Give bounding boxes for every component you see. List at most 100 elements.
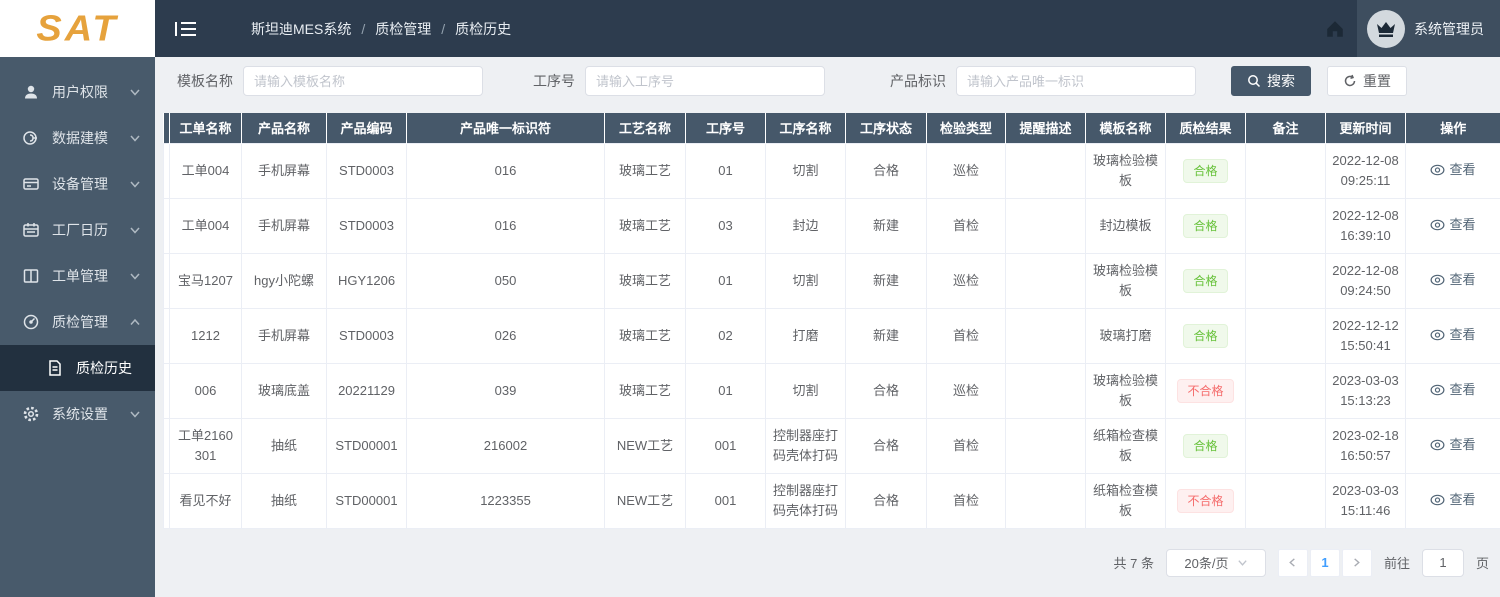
reset-button[interactable]: 重置 (1327, 66, 1407, 96)
next-page-button[interactable] (1341, 548, 1372, 577)
calendar-icon (22, 221, 40, 239)
cell-remark (1245, 142, 1326, 199)
cell-product-name: 抽纸 (241, 472, 327, 529)
sidebar-item-label: 工厂日历 (52, 222, 108, 238)
chevron-down-icon (129, 224, 141, 236)
qc-result-tag: 合格 (1183, 213, 1228, 238)
breadcrumb-item-history[interactable]: 质检历史 (455, 19, 511, 39)
sidebar-item-workorder-management[interactable]: 工单管理 (0, 253, 155, 299)
cell-step-status: 合格 (845, 142, 927, 199)
logo: SAT (0, 0, 155, 57)
cell-remind-desc (1005, 472, 1086, 529)
chevron-right-icon (1351, 557, 1362, 568)
user-panel[interactable]: 系统管理员 (1357, 0, 1500, 57)
table-body: 工单004 手机屏幕 STD0003 016 玻璃工艺 01 切割 合格 巡检 … (163, 142, 1500, 529)
col-product-code: 产品编码 (326, 113, 407, 143)
view-link[interactable]: 查看 (1430, 270, 1476, 290)
col-remind-desc: 提醒描述 (1005, 113, 1086, 143)
view-link[interactable]: 查看 (1430, 435, 1476, 455)
table-row: 006 玻璃底盖 20221129 039 玻璃工艺 01 切割 合格 巡检 玻… (163, 362, 1500, 419)
step-no-input[interactable] (585, 66, 825, 96)
cell-remind-desc (1005, 252, 1086, 309)
page-suffix-label: 页 (1475, 556, 1489, 571)
cell-step-status: 新建 (845, 307, 927, 364)
view-link[interactable]: 查看 (1430, 490, 1476, 510)
eye-icon (1430, 384, 1445, 396)
cell-product-name: 手机屏幕 (241, 197, 327, 254)
cell-actions: 查看 (1405, 472, 1500, 529)
breadcrumb-item-home[interactable]: 斯坦迪MES系统 (251, 19, 351, 39)
goto-page-input[interactable] (1421, 548, 1464, 577)
view-link[interactable]: 查看 (1430, 160, 1476, 180)
col-step-no: 工序号 (685, 113, 766, 143)
cell-updated: 2023-02-18 16:50:57 (1325, 417, 1406, 474)
cell-updated: 2022-12-12 15:50:41 (1325, 307, 1406, 364)
cell-remark (1245, 252, 1326, 309)
cell-step-name: 封边 (765, 197, 846, 254)
cell-remark (1245, 307, 1326, 364)
product-id-input[interactable] (956, 66, 1196, 96)
sidebar-item-qc-history[interactable]: 质检历史 (0, 345, 155, 391)
prev-page-button[interactable] (1277, 548, 1308, 577)
pager: 1 (1277, 548, 1372, 577)
template-name-input[interactable] (243, 66, 483, 96)
search-button[interactable]: 搜索 (1231, 66, 1311, 96)
page-number-button[interactable]: 1 (1309, 548, 1340, 577)
view-link[interactable]: 查看 (1430, 215, 1476, 235)
sidebar-item-device-management[interactable]: 设备管理 (0, 161, 155, 207)
chevron-down-icon (129, 132, 141, 144)
qc-history-table: 工单名称 产品名称 产品编码 产品唯一标识符 工艺名称 工序号 工序名称 工序状… (163, 113, 1500, 529)
breadcrumb-item-qc[interactable]: 质检管理 (375, 19, 431, 39)
cell-step-name: 控制器座打码壳体打码 (765, 472, 846, 529)
cell-inspect-type: 首检 (926, 472, 1006, 529)
cell-remind-desc (1005, 197, 1086, 254)
cell-inspect-type: 首检 (926, 197, 1006, 254)
qc-result-tag: 不合格 (1177, 378, 1234, 403)
sidebar-collapse-icon[interactable] (175, 20, 197, 38)
cell-actions: 查看 (1405, 252, 1500, 309)
refresh-icon (1343, 74, 1357, 88)
sidebar: 用户权限 数据建模 设备管理 工厂日历 工单管理 质检管理 质检历史 系统设置 (0, 57, 155, 597)
cell-step-name: 切割 (765, 142, 846, 199)
sidebar-item-factory-calendar[interactable]: 工厂日历 (0, 207, 155, 253)
view-link[interactable]: 查看 (1430, 325, 1476, 345)
cell-actions: 查看 (1405, 307, 1500, 364)
cell-product-uid: 026 (406, 307, 605, 364)
sidebar-item-system-settings[interactable]: 系统设置 (0, 391, 155, 437)
home-button[interactable] (1313, 0, 1357, 57)
view-link[interactable]: 查看 (1430, 380, 1476, 400)
qc-result-tag: 合格 (1183, 323, 1228, 348)
cell-process-name: 玻璃工艺 (604, 307, 686, 364)
home-icon (1325, 19, 1345, 39)
document-icon (46, 359, 64, 377)
cell-template-name: 玻璃检验模板 (1085, 362, 1166, 419)
user-icon (22, 83, 40, 101)
cell-inspect-type: 首检 (926, 307, 1006, 364)
sidebar-item-user-permission[interactable]: 用户权限 (0, 69, 155, 115)
filter-label-product-id: 产品标识 (890, 73, 946, 89)
sidebar-item-label: 系统设置 (52, 406, 108, 422)
sidebar-item-qc-management[interactable]: 质检管理 (0, 299, 155, 345)
user-name: 系统管理员 (1414, 20, 1484, 37)
cell-actions: 查看 (1405, 417, 1500, 474)
pagination-total: 共 7 条 (1113, 556, 1154, 571)
sidebar-item-label: 工单管理 (52, 268, 108, 284)
cell-process-name: 玻璃工艺 (604, 197, 686, 254)
cell-product-code: STD0003 (326, 307, 407, 364)
cell-remind-desc (1005, 142, 1086, 199)
cell-work-order: 1212 (169, 307, 242, 364)
cell-actions: 查看 (1405, 197, 1500, 254)
view-link-label: 查看 (1449, 491, 1476, 507)
cell-inspect-type: 巡检 (926, 252, 1006, 309)
cell-product-uid: 016 (406, 197, 605, 254)
breadcrumb-separator: / (361, 20, 366, 37)
main-content: 模板名称 工序号 产品标识 搜索 重置 (155, 57, 1500, 597)
cell-remind-desc (1005, 362, 1086, 419)
sidebar-item-data-modeling[interactable]: 数据建模 (0, 115, 155, 161)
cell-step-status: 新建 (845, 197, 927, 254)
page-size-select[interactable]: 20条/页 (1165, 548, 1266, 577)
cell-process-name: 玻璃工艺 (604, 362, 686, 419)
cell-product-code: HGY1206 (326, 252, 407, 309)
filter-label-step-no: 工序号 (533, 73, 575, 89)
cell-template-name: 纸箱检查模板 (1085, 417, 1166, 474)
